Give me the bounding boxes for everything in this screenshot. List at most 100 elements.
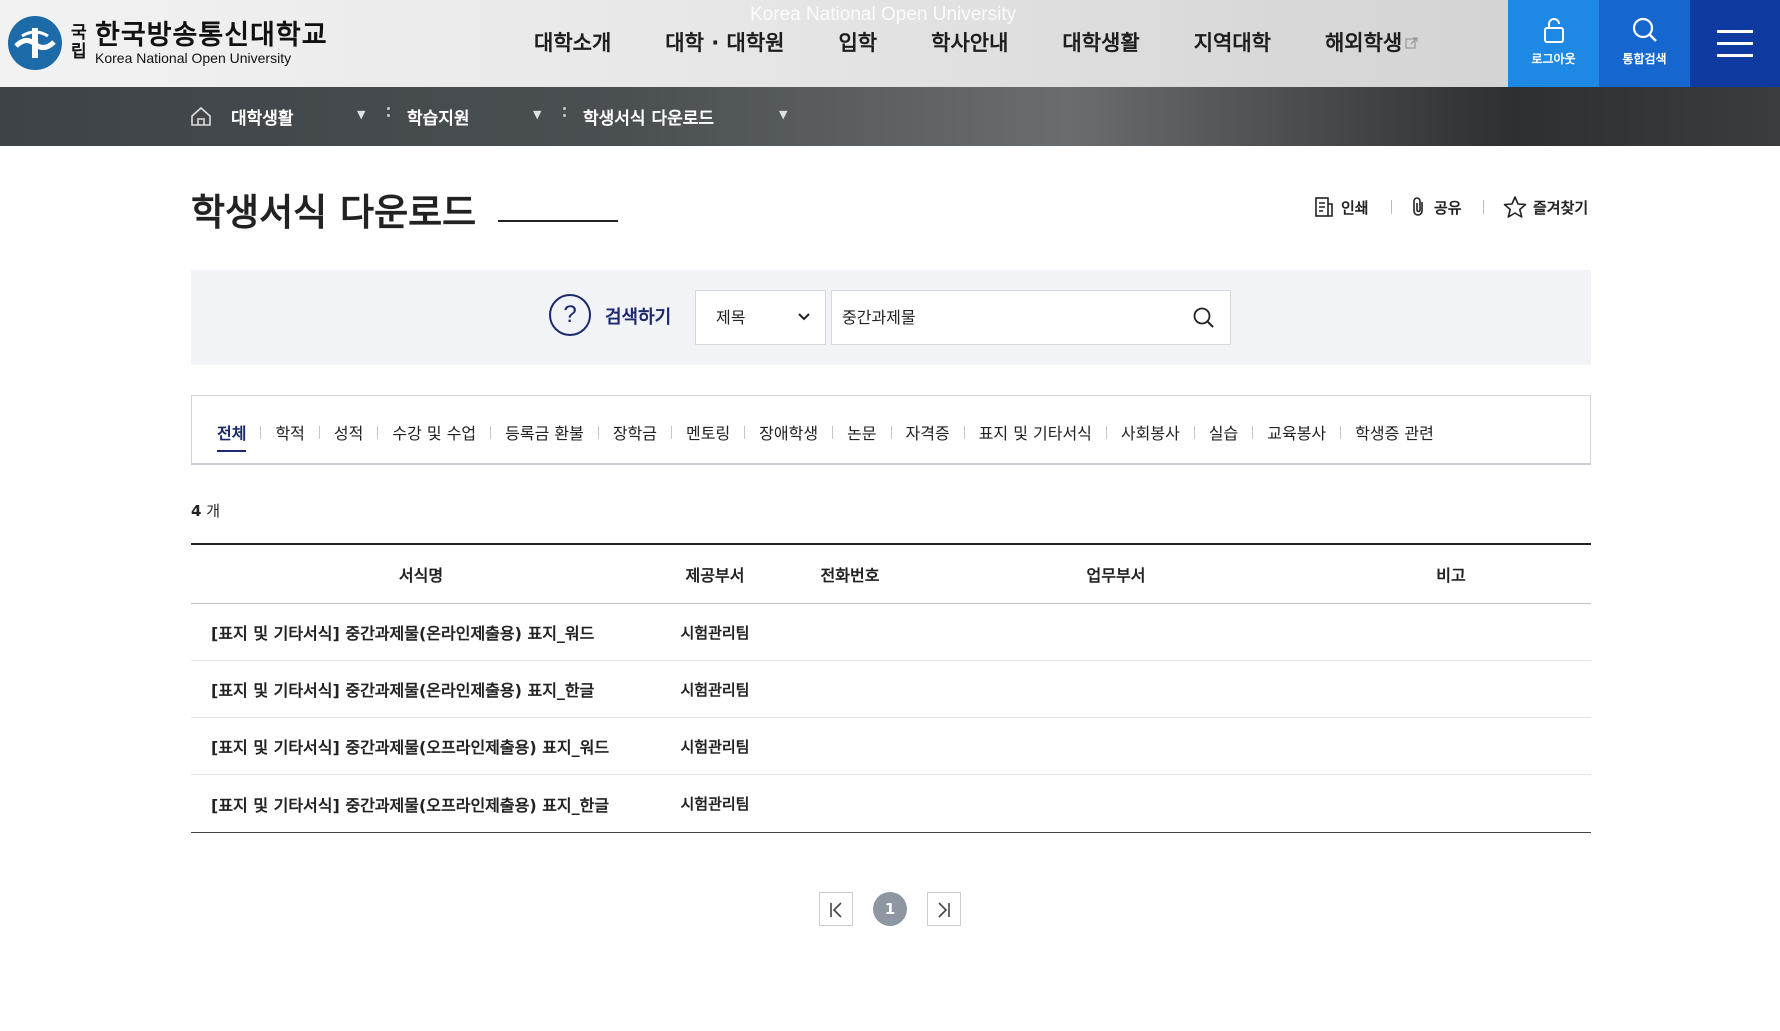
tab-certificate[interactable]: 자격증 (906, 420, 950, 444)
title-underline (498, 220, 618, 222)
home-icon[interactable] (190, 105, 212, 127)
header-watermark: Korea National Open University (750, 4, 1017, 25)
result-count-number: 4 (191, 502, 202, 520)
tab-courses[interactable]: 수강 및 수업 (392, 420, 476, 444)
table-row: [표지 및 기타서식] 중간과제물(온라인제출용) 표지_한글 시험관리팀 (191, 661, 1591, 718)
col-form-name: 서식명 (398, 566, 444, 585)
tab-thesis[interactable]: 논문 (847, 420, 876, 444)
tab-divider (260, 425, 262, 439)
tab-divider (671, 425, 672, 439)
tab-student-id[interactable]: 학생증 관련 (1355, 420, 1434, 444)
breadcrumb-item-learning-support[interactable]: 학습지원 ▼ (407, 104, 541, 129)
tab-divider (963, 425, 965, 439)
tab-divider (318, 425, 320, 439)
last-page-icon (938, 902, 950, 918)
util-divider (1483, 200, 1484, 214)
tab-scholarship[interactable]: 장학금 (613, 420, 657, 444)
star-icon (1503, 196, 1527, 218)
search-icon[interactable] (1192, 306, 1216, 330)
util-divider (1391, 200, 1392, 214)
table-row: [표지 및 기타서식] 중간과제물(오프라인제출용) 표지_워드 시험관리팀 (191, 718, 1591, 775)
integrated-search-button[interactable]: 통합검색 (1599, 0, 1690, 87)
form-name-link[interactable]: [표지 및 기타서식] 중간과제물(오프라인제출용) 표지_워드 (191, 734, 651, 758)
first-page-icon (830, 902, 842, 918)
page-number-current[interactable]: 1 (873, 892, 907, 926)
logo-national-label: 국립 (71, 23, 87, 62)
breadcrumb-label: 학생서식 다운로드 (583, 109, 715, 129)
result-count-unit: 개 (206, 502, 221, 520)
emblem-icon (8, 16, 62, 70)
last-page-button[interactable] (927, 892, 961, 926)
search-field-value: 제목 (716, 308, 746, 327)
print-label: 인쇄 (1341, 198, 1369, 217)
tab-registration[interactable]: 학적 (275, 420, 304, 444)
tab-cover-forms[interactable]: 표지 및 기타서식 (979, 420, 1092, 444)
col-phone: 전화번호 (820, 566, 880, 585)
nav-college-graduate[interactable]: 대학 · 대학원 (665, 26, 784, 60)
breadcrumb-label: 학습지원 (407, 109, 470, 129)
form-name-link[interactable]: [표지 및 기타서식] 중간과제물(온라인제출용) 표지_워드 (191, 620, 651, 644)
breadcrumb: 대학생활 ▼ 학습지원 ▼ 학생서식 다운로드 ▼ (0, 87, 1780, 146)
chevron-down-icon: ▼ (533, 108, 542, 121)
nav-campus-life[interactable]: 대학생활 (1062, 26, 1139, 60)
category-tabs: 전체 학적 성적 수강 및 수업 등록금 환불 장학금 멘토링 장애학생 논문 … (191, 395, 1591, 465)
tab-social-service[interactable]: 사회봉사 (1121, 420, 1180, 444)
tab-divider (490, 425, 492, 439)
tab-all[interactable]: 전체 (217, 420, 247, 452)
search-field-select[interactable]: 제목 (695, 290, 826, 345)
tab-divider (1105, 425, 1107, 439)
site-logo[interactable]: 국립 한국방송통신대학교 Korea National Open Univers… (8, 16, 328, 70)
favorite-button[interactable]: 즐겨찾기 (1503, 196, 1588, 218)
tab-education-service[interactable]: 교육봉사 (1267, 420, 1326, 444)
tab-divider (597, 425, 599, 439)
first-page-button[interactable] (819, 892, 853, 926)
logout-button[interactable]: 로그아웃 (1508, 0, 1599, 87)
logo-name-en: Korea National Open University (95, 49, 292, 66)
table-row: [표지 및 기타서식] 중간과제물(온라인제출용) 표지_워드 시험관리팀 (191, 604, 1591, 661)
nav-admission[interactable]: 입학 (838, 26, 877, 60)
page-title: 학생서식 다운로드 (191, 191, 477, 234)
share-label: 공유 (1434, 198, 1462, 217)
print-button[interactable]: 인쇄 (1313, 196, 1369, 218)
print-icon (1315, 197, 1333, 217)
tab-divider (1252, 425, 1254, 439)
nav-overseas[interactable]: 해외학생 (1325, 26, 1419, 60)
forms-table: 서식명 제공부서 전화번호 업무부서 비고 [표지 및 기타서식] 중간과제물(… (191, 543, 1591, 833)
form-name-link[interactable]: [표지 및 기타서식] 중간과제물(온라인제출용) 표지_한글 (191, 677, 651, 701)
favorite-label: 즐겨찾기 (1533, 198, 1589, 217)
logout-label: 로그아웃 (1531, 52, 1576, 66)
breadcrumb-item-forms-download[interactable]: 학생서식 다운로드 ▼ (583, 104, 787, 129)
department-cell: 시험관리팀 (680, 623, 750, 642)
search-input[interactable]: 중간과제물 (831, 290, 1231, 345)
nav-regional[interactable]: 지역대학 (1194, 26, 1271, 60)
table-header: 서식명 제공부서 전화번호 업무부서 비고 (191, 545, 1591, 604)
form-name-link[interactable]: [표지 및 기타서식] 중간과제물(오프라인제출용) 표지_한글 (191, 792, 651, 816)
nav-overseas-label: 해외학생 (1324, 31, 1403, 55)
all-menu-button[interactable] (1690, 0, 1780, 87)
tab-practicum[interactable]: 실습 (1209, 420, 1238, 444)
search-input-value: 중간과제물 (842, 308, 916, 327)
department-cell: 시험관리팀 (680, 795, 750, 813)
breadcrumb-item-campus-life[interactable]: 대학생활 ▼ (231, 104, 365, 129)
search-label: 검색하기 (605, 307, 672, 328)
tab-tuition-refund[interactable]: 등록금 환불 (505, 420, 584, 444)
tab-disabled-students[interactable]: 장애학생 (759, 420, 818, 444)
tab-divider (377, 425, 379, 439)
tab-grades[interactable]: 성적 (334, 420, 363, 444)
chevron-down-icon: ▼ (779, 108, 788, 121)
lock-icon (1543, 18, 1564, 43)
department-cell: 시험관리팀 (680, 680, 750, 699)
help-icon: ? (549, 294, 591, 336)
nav-academic[interactable]: 학사안내 (931, 26, 1008, 60)
tab-divider (1193, 425, 1195, 439)
share-button[interactable]: 공유 (1410, 196, 1462, 218)
global-nav: 대학소개 대학 · 대학원 입학 학사안내 대학생활 지역대학 해외학생 (534, 26, 1419, 60)
tab-mentoring[interactable]: 멘토링 (686, 420, 730, 444)
breadcrumb-label: 대학생활 (231, 109, 294, 129)
col-note: 비고 (1436, 566, 1466, 585)
chevron-down-icon: ▼ (357, 108, 366, 121)
site-header: 국립 한국방송통신대학교 Korea National Open Univers… (0, 0, 1780, 87)
table-row: [표지 및 기타서식] 중간과제물(오프라인제출용) 표지_한글 시험관리팀 (191, 775, 1591, 832)
breadcrumb-separator (563, 107, 566, 121)
nav-about[interactable]: 대학소개 (534, 26, 611, 60)
